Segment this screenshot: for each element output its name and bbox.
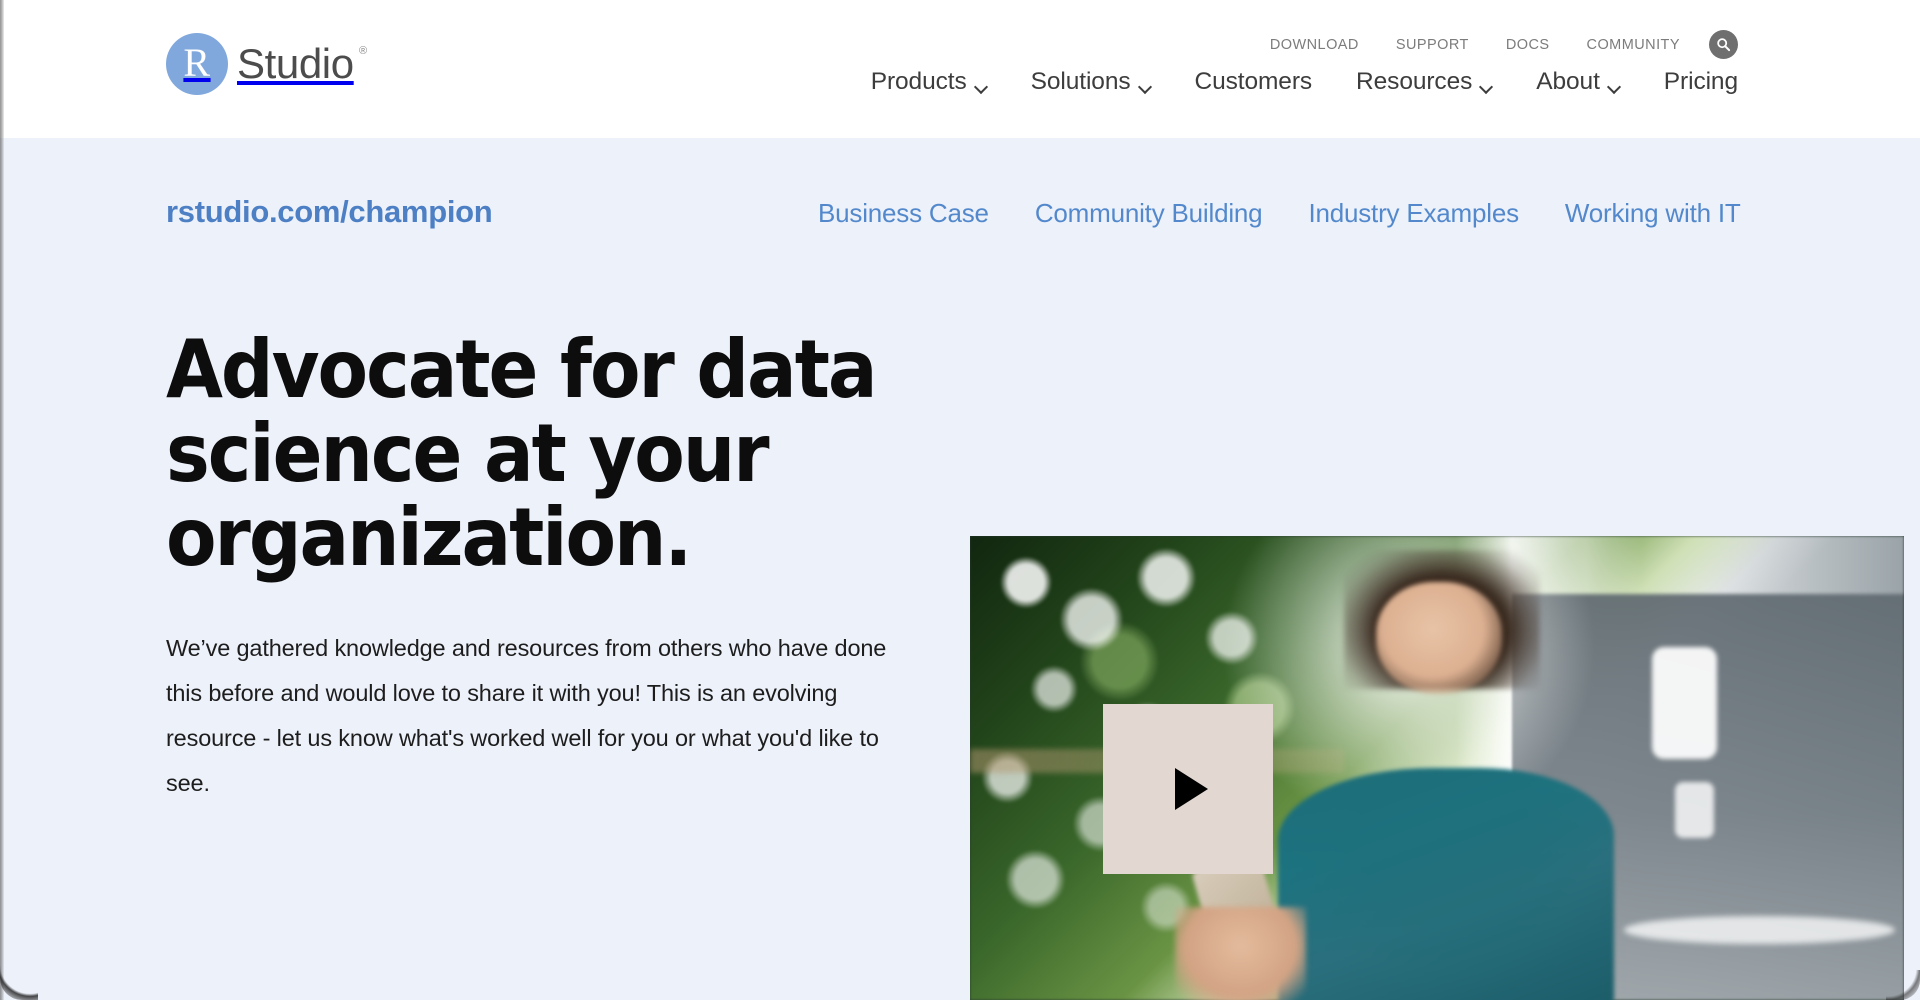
hero-video-thumbnail[interactable]: [970, 536, 1904, 1000]
hero-copy: Advocate for data science at your organi…: [166, 328, 926, 806]
photo-subject-face: [1376, 582, 1503, 694]
window-frame-left-edge: [0, 0, 4, 1000]
nav-item-resources[interactable]: Resources: [1356, 68, 1492, 96]
rstudio-logo[interactable]: R Studio ®: [166, 33, 367, 95]
nav-item-products[interactable]: Products: [871, 68, 987, 96]
sub-nav-working-with-it[interactable]: Working with IT: [1565, 198, 1741, 229]
rstudio-logo-letter: R: [183, 40, 211, 85]
utility-link-download[interactable]: DOWNLOAD: [1270, 37, 1359, 53]
nav-item-pricing[interactable]: Pricing: [1664, 68, 1738, 96]
headline-line-3: organization.: [166, 491, 692, 584]
nav-item-solutions-label: Solutions: [1030, 68, 1131, 95]
nav-item-about-label: About: [1536, 68, 1600, 95]
hero-paragraph: We’ve gathered knowledge and resources f…: [166, 635, 887, 796]
utility-link-community[interactable]: COMMUNITY: [1587, 37, 1680, 53]
photo-subject-hand: [1175, 907, 1307, 1000]
nav-item-about[interactable]: About: [1536, 68, 1620, 96]
chevron-down-icon: [1609, 82, 1620, 89]
search-icon[interactable]: [1709, 30, 1738, 59]
utility-link-docs[interactable]: DOCS: [1506, 37, 1550, 53]
nav-item-solutions[interactable]: Solutions: [1031, 68, 1151, 96]
campaign-url-link[interactable]: rstudio.com/champion: [166, 194, 493, 230]
sub-nav-business-case[interactable]: Business Case: [818, 198, 989, 229]
nav-item-pricing-label: Pricing: [1663, 68, 1738, 95]
play-triangle-glyph: [1174, 768, 1208, 810]
page-title: Advocate for data science at your organi…: [166, 328, 921, 580]
registered-trademark-icon: ®: [358, 45, 367, 57]
nav-item-customers-label: Customers: [1194, 68, 1313, 95]
utility-nav: DOWNLOAD SUPPORT DOCS COMMUNITY: [1270, 30, 1738, 59]
sub-nav-community-building[interactable]: Community Building: [1035, 198, 1263, 229]
utility-link-support[interactable]: SUPPORT: [1396, 37, 1469, 53]
chevron-down-icon: [1481, 82, 1492, 89]
rstudio-logo-wordmark: Studio ®: [237, 40, 367, 87]
main-nav: Products Solutions Customers Resources A…: [871, 68, 1738, 96]
photo-structure-window: [1651, 647, 1718, 759]
nav-item-customers[interactable]: Customers: [1195, 68, 1313, 96]
chevron-down-icon: [1140, 82, 1151, 89]
headline-line-2: science at your: [166, 407, 770, 500]
chevron-down-icon: [976, 82, 987, 89]
play-icon[interactable]: [1103, 704, 1273, 874]
campaign-sub-nav: Business Case Community Building Industr…: [818, 198, 1741, 229]
nav-item-resources-label: Resources: [1356, 68, 1473, 95]
photo-subject-body: [1278, 768, 1615, 1000]
nav-item-products-label: Products: [870, 68, 967, 95]
photo-structure-window-small: [1675, 781, 1715, 838]
rstudio-logo-word-text: Studio: [237, 40, 354, 87]
page-root: R Studio ® DOWNLOAD SUPPORT DOCS COMMUNI…: [0, 0, 1920, 1000]
hero-section: rstudio.com/champion Business Case Commu…: [0, 138, 1920, 1000]
headline-line-1: Advocate for data: [166, 323, 878, 416]
campaign-bar: rstudio.com/champion Business Case Commu…: [0, 138, 1920, 246]
site-header: R Studio ® DOWNLOAD SUPPORT DOCS COMMUNI…: [0, 0, 1920, 138]
sub-nav-industry-examples[interactable]: Industry Examples: [1308, 198, 1519, 229]
rstudio-logo-mark: R: [166, 33, 228, 95]
